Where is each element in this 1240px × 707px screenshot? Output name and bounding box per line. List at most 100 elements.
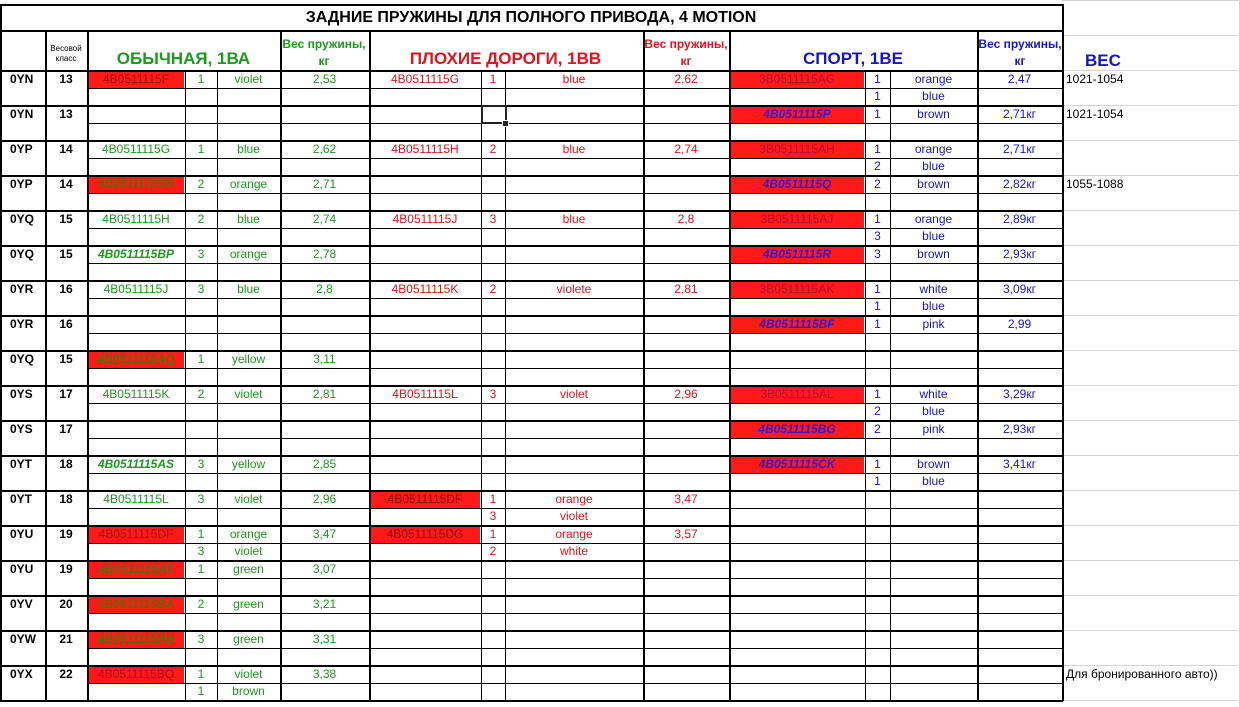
n-quantity[interactable]: 2 <box>185 596 217 613</box>
n-part-number[interactable]: 4B0511115BA <box>87 596 185 613</box>
b-quantity[interactable]: 1 <box>481 71 505 88</box>
b-spring-weight[interactable]: 2,62 <box>643 71 729 88</box>
row-code[interactable]: 0YN <box>10 71 45 88</box>
row-weight[interactable]: 1055-1088 <box>1066 176 1238 193</box>
b-quantity[interactable]: 3 <box>481 508 505 525</box>
b-spring-weight[interactable]: 2,96 <box>643 386 729 403</box>
row-code[interactable]: 0YV <box>10 596 45 613</box>
b-quantity[interactable]: 1 <box>481 526 505 543</box>
row-weight[interactable]: Для бронированного авто)) <box>1066 666 1238 683</box>
n-part-number[interactable]: 4B0511115AS <box>87 456 185 473</box>
s-color[interactable]: blue <box>890 298 977 315</box>
n-quantity[interactable]: 2 <box>185 386 217 403</box>
row-code[interactable]: 0YQ <box>10 211 45 228</box>
s-part-number[interactable]: 3B0511115AH <box>729 141 865 158</box>
b-quantity[interactable]: 2 <box>481 543 505 560</box>
s-quantity[interactable]: 1 <box>865 71 890 88</box>
b-color[interactable]: blue <box>505 141 643 158</box>
s-quantity[interactable]: 1 <box>865 281 890 298</box>
n-quantity[interactable]: 1 <box>185 561 217 578</box>
s-quantity[interactable]: 1 <box>865 211 890 228</box>
s-spring-weight[interactable]: 3,09кг <box>977 281 1062 298</box>
s-spring-weight[interactable]: 2,47 <box>977 71 1062 88</box>
weight-class[interactable]: 15 <box>45 246 87 263</box>
n-part-number[interactable]: 4B0511115K <box>87 386 185 403</box>
weight-class[interactable]: 15 <box>45 211 87 228</box>
n-part-number[interactable]: 4B0511115L <box>87 491 185 508</box>
s-color[interactable]: blue <box>890 473 977 490</box>
n-quantity[interactable]: 1 <box>185 683 217 700</box>
s-quantity[interactable]: 3 <box>865 228 890 245</box>
weight-class[interactable]: 19 <box>45 561 87 578</box>
n-quantity[interactable]: 1 <box>185 141 217 158</box>
n-spring-weight[interactable]: 2,53 <box>280 71 369 88</box>
weight-class[interactable]: 16 <box>45 281 87 298</box>
b-part-number[interactable]: 4B0511115J <box>369 211 481 228</box>
weight-class[interactable]: 15 <box>45 351 87 368</box>
b-part-number[interactable]: 4B0511115L <box>369 386 481 403</box>
b-spring-weight[interactable]: 3,47 <box>643 491 729 508</box>
row-code[interactable]: 0YW <box>10 631 45 648</box>
n-part-number[interactable]: 4B0511115G <box>87 141 185 158</box>
row-code[interactable]: 0YS <box>10 386 45 403</box>
b-part-number[interactable]: 4B0511115G <box>369 71 481 88</box>
n-color[interactable]: violet <box>217 543 280 560</box>
s-color[interactable]: pink <box>890 316 977 333</box>
s-spring-weight[interactable]: 2,71кг <box>977 106 1062 123</box>
s-color[interactable]: blue <box>890 403 977 420</box>
n-part-number[interactable]: 4B0511115BN <box>87 176 185 193</box>
n-color[interactable]: green <box>217 631 280 648</box>
s-part-number[interactable]: 3B0511115AJ <box>729 211 865 228</box>
b-color[interactable]: violet <box>505 508 643 525</box>
n-quantity[interactable]: 3 <box>185 456 217 473</box>
s-quantity[interactable]: 1 <box>865 386 890 403</box>
b-quantity[interactable]: 3 <box>481 386 505 403</box>
weight-class[interactable]: 17 <box>45 421 87 438</box>
n-color[interactable]: yellow <box>217 456 280 473</box>
n-spring-weight[interactable]: 3,47 <box>280 526 369 543</box>
b-color[interactable]: violet <box>505 386 643 403</box>
s-color[interactable]: white <box>890 386 977 403</box>
n-part-number[interactable]: 4B0511115BB <box>87 631 185 648</box>
n-quantity[interactable]: 1 <box>185 526 217 543</box>
row-code[interactable]: 0YU <box>10 526 45 543</box>
weight-class[interactable]: 13 <box>45 71 87 88</box>
b-color[interactable]: orange <box>505 526 643 543</box>
s-quantity[interactable]: 2 <box>865 403 890 420</box>
s-color[interactable]: white <box>890 281 977 298</box>
row-code[interactable]: 0YN <box>10 106 45 123</box>
b-color[interactable]: blue <box>505 71 643 88</box>
s-part-number[interactable]: 4B0511115Q <box>729 176 865 193</box>
n-quantity[interactable]: 1 <box>185 666 217 683</box>
s-color[interactable]: blue <box>890 158 977 175</box>
n-quantity[interactable]: 3 <box>185 281 217 298</box>
row-code[interactable]: 0YR <box>10 316 45 333</box>
b-part-number[interactable]: 4B0511115DG <box>369 526 481 543</box>
n-color[interactable]: blue <box>217 211 280 228</box>
weight-class[interactable]: 14 <box>45 176 87 193</box>
row-code[interactable]: 0YX <box>10 666 45 683</box>
s-quantity[interactable]: 2 <box>865 421 890 438</box>
b-quantity[interactable]: 2 <box>481 141 505 158</box>
row-code[interactable]: 0YQ <box>10 246 45 263</box>
n-color[interactable]: blue <box>217 141 280 158</box>
s-color[interactable]: brown <box>890 106 977 123</box>
n-color[interactable]: blue <box>217 281 280 298</box>
b-spring-weight[interactable]: 2,81 <box>643 281 729 298</box>
row-code[interactable]: 0YR <box>10 281 45 298</box>
weight-class[interactable]: 13 <box>45 106 87 123</box>
b-part-number[interactable]: 4B0511115DF <box>369 491 481 508</box>
n-color[interactable]: violet <box>217 666 280 683</box>
s-spring-weight[interactable]: 2,93кг <box>977 246 1062 263</box>
row-weight[interactable]: 1021-1054 <box>1066 71 1238 88</box>
n-color[interactable]: orange <box>217 176 280 193</box>
s-part-number[interactable]: 3B0511115AK <box>729 281 865 298</box>
s-quantity[interactable]: 1 <box>865 316 890 333</box>
n-part-number[interactable]: 4B0511115BP <box>87 246 185 263</box>
row-code[interactable]: 0YT <box>10 491 45 508</box>
s-spring-weight[interactable]: 2,89кг <box>977 211 1062 228</box>
n-quantity[interactable]: 1 <box>185 71 217 88</box>
s-spring-weight[interactable]: 2,71кг <box>977 141 1062 158</box>
n-spring-weight[interactable]: 2,96 <box>280 491 369 508</box>
n-spring-weight[interactable]: 2,71 <box>280 176 369 193</box>
